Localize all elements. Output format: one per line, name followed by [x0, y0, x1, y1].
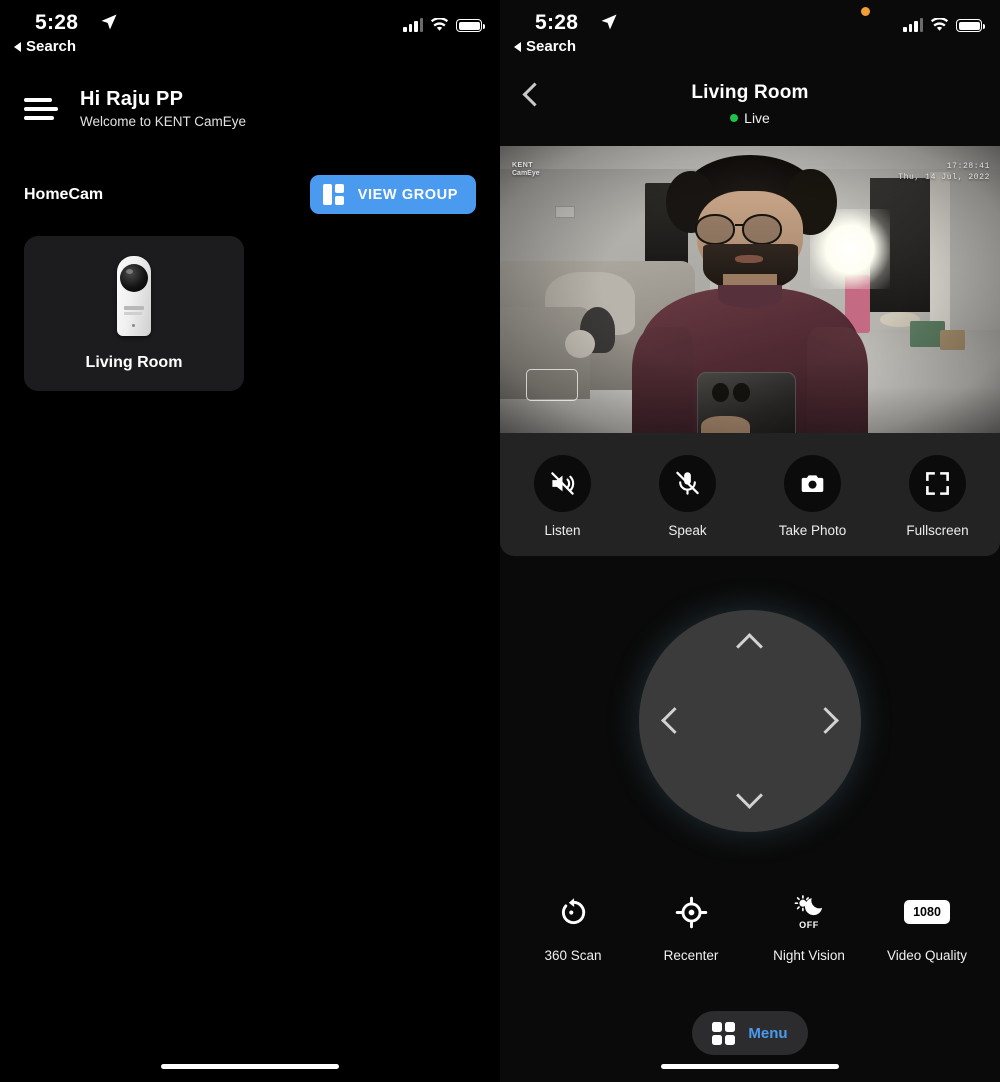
group-header-row: HomeCam VIEW GROUP — [0, 175, 500, 214]
pan-tilt-area — [500, 556, 1000, 886]
status-time: 5:28 — [35, 11, 79, 34]
directional-pad[interactable] — [639, 610, 861, 832]
nav-center: Living Room Live — [500, 62, 1000, 126]
live-view-screen: 5:28 Search Living Room Live KENT CamEye… — [500, 0, 1000, 1082]
nav-bar: Living Room Live — [500, 62, 1000, 146]
person-in-frame — [632, 154, 868, 433]
camera-watermark: KENT CamEye — [512, 162, 540, 178]
status-bar-right: 5:28 Search — [500, 0, 1000, 62]
status-time: 5:28 — [535, 11, 579, 34]
resolution-chip: 1080 — [904, 900, 950, 924]
speak-button[interactable]: Speak — [634, 455, 742, 538]
crosshair-icon — [675, 896, 708, 929]
fullscreen-expand-icon — [924, 470, 951, 497]
back-app-label: Search — [526, 38, 577, 55]
feature-controls-row: 360 Scan Recenter OFF Night Vision 1080 … — [500, 892, 1000, 963]
fullscreen-label: Fullscreen — [906, 523, 969, 538]
listen-button[interactable]: Listen — [509, 455, 617, 538]
listen-label: Listen — [544, 523, 581, 538]
live-dot-icon — [730, 114, 739, 122]
greeting-text: Hi Raju PP — [80, 88, 184, 110]
menu-area: Menu — [500, 1011, 1000, 1055]
triangle-left-icon — [514, 41, 521, 52]
recenter-button[interactable]: Recenter — [636, 892, 746, 963]
status-indicators-right — [903, 18, 985, 32]
watermark-brand: KENT — [512, 162, 534, 169]
watermark-product: CamEye — [512, 170, 540, 178]
location-arrow-icon — [100, 13, 118, 31]
status-indicators-left — [403, 18, 485, 32]
live-status-badge: Live — [500, 110, 1000, 126]
video-quality-button[interactable]: 1080 Video Quality — [872, 892, 982, 963]
triangle-left-icon — [14, 41, 21, 52]
motion-detection-box — [526, 369, 578, 401]
orange-recording-dot — [861, 7, 870, 16]
chevron-left-icon[interactable] — [661, 707, 688, 734]
media-controls-bar: Listen Speak Take Photo Fullscreen — [500, 433, 1000, 556]
view-group-label: VIEW GROUP — [357, 186, 458, 203]
fullscreen-button[interactable]: Fullscreen — [884, 455, 992, 538]
timestamp-date: Thu, 14 Jul, 2022 — [898, 172, 990, 182]
chevron-up-icon[interactable] — [736, 633, 763, 660]
video-timestamp: 17:28:41 Thu, 14 Jul, 2022 — [898, 162, 990, 184]
status-bar-left: 5:28 Search — [0, 0, 500, 62]
video-quality-label: Video Quality — [886, 948, 968, 963]
view-group-button[interactable]: VIEW GROUP — [310, 175, 476, 214]
scan-360-label: 360 Scan — [544, 948, 602, 963]
live-status-label: Live — [744, 110, 770, 126]
camera-card-living-room[interactable]: Living Room — [24, 236, 244, 391]
back-to-search-link[interactable]: Search — [14, 38, 76, 55]
night-vision-label: Night Vision — [773, 948, 845, 963]
camera-name-label: Living Room — [85, 353, 183, 371]
take-photo-label: Take Photo — [778, 523, 847, 538]
location-arrow-icon — [600, 13, 618, 31]
timestamp-time: 17:28:41 — [946, 162, 990, 171]
night-vision-button[interactable]: OFF Night Vision — [754, 892, 864, 963]
grid-layout-icon — [323, 184, 344, 205]
menu-button[interactable]: Menu — [692, 1011, 808, 1055]
take-photo-button[interactable]: Take Photo — [759, 455, 867, 538]
recenter-label: Recenter — [663, 948, 719, 963]
speaker-muted-icon — [549, 470, 576, 497]
back-to-search-link[interactable]: Search — [514, 38, 576, 55]
microphone-muted-icon — [674, 470, 701, 497]
camera-icon — [799, 470, 826, 497]
live-video-feed[interactable]: KENT CamEye 17:28:41 Thu, 14 Jul, 2022 — [500, 146, 1000, 433]
hamburger-menu-icon[interactable] — [24, 97, 58, 120]
security-camera-icon — [111, 255, 157, 336]
page-title: Living Room — [691, 82, 809, 103]
scan-360-button[interactable]: 360 Scan — [518, 892, 628, 963]
wifi-icon — [930, 18, 949, 32]
chevron-right-icon[interactable] — [812, 707, 839, 734]
battery-full-icon — [456, 19, 485, 32]
home-screen: 5:28 Search Hi Raju PP Welcome to KENT C… — [0, 0, 500, 1082]
grid-four-squares-icon — [712, 1021, 736, 1045]
wifi-icon — [430, 18, 449, 32]
group-title: HomeCam — [24, 185, 104, 203]
speak-label: Speak — [668, 523, 707, 538]
menu-label: Menu — [748, 1024, 788, 1042]
rotate-360-icon — [557, 896, 590, 929]
battery-full-icon — [956, 19, 985, 32]
cellular-signal-icon — [903, 18, 923, 32]
home-indicator-right — [661, 1064, 839, 1069]
cellular-signal-icon — [403, 18, 423, 32]
night-vision-state: OFF — [799, 920, 819, 930]
home-indicator-left — [161, 1064, 339, 1069]
welcome-subtitle: Welcome to KENT CamEye — [80, 114, 247, 129]
sun-moon-icon — [793, 894, 826, 919]
back-app-label: Search — [26, 38, 77, 55]
chevron-down-icon[interactable] — [736, 782, 763, 809]
home-header: Hi Raju PP Welcome to KENT CamEye — [0, 62, 500, 129]
